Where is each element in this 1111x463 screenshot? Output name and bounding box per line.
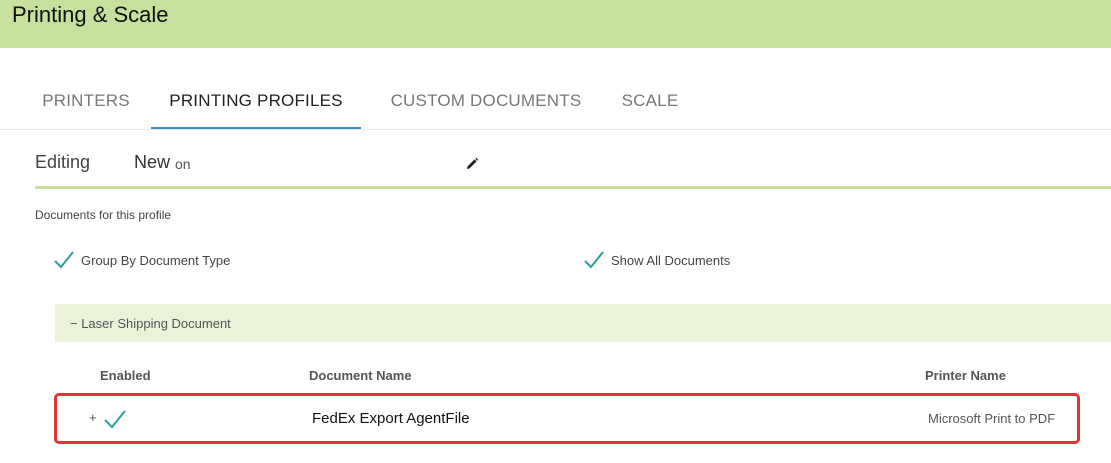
column-header-document-name: Document Name: [309, 368, 412, 383]
printer-name-cell[interactable]: Microsoft Print to PDF: [928, 411, 1055, 426]
editing-label: Editing: [35, 152, 91, 172]
tab-printers[interactable]: PRINTERS: [40, 76, 132, 127]
group-label: − Laser Shipping Document: [70, 316, 231, 331]
check-icon[interactable]: [103, 407, 127, 431]
check-icon: [54, 251, 74, 269]
table-row[interactable]: + FedEx Export AgentFile Microsoft Print…: [54, 393, 1080, 444]
app-header: Printing & Scale: [0, 0, 1111, 48]
tab-bar: PRINTERS PRINTING PROFILES CUSTOM DOCUME…: [0, 76, 1111, 130]
column-header-enabled: Enabled: [100, 368, 151, 383]
show-all-documents-toggle[interactable]: Show All Documents: [583, 249, 753, 273]
documents-section-label: Documents for this profile: [35, 208, 172, 222]
page-title: Printing & Scale: [12, 2, 169, 27]
check-icon: [584, 251, 604, 269]
document-name-cell: FedEx Export AgentFile: [312, 410, 470, 427]
tab-printing-profiles[interactable]: PRINTING PROFILES: [151, 76, 361, 129]
document-group-header[interactable]: − Laser Shipping Document: [55, 304, 1111, 342]
expand-row-button[interactable]: +: [89, 410, 97, 425]
profile-name[interactable]: New: [134, 152, 170, 173]
group-by-document-type-toggle[interactable]: Group By Document Type: [53, 249, 253, 273]
tab-custom-documents[interactable]: CUSTOM DOCUMENTS: [386, 76, 586, 127]
profile-edit-row: Editing New on: [35, 140, 1111, 189]
tab-scale[interactable]: SCALE: [620, 76, 680, 127]
profile-name-suffix: on: [175, 156, 191, 172]
column-header-printer-name: Printer Name: [925, 368, 1006, 383]
show-all-documents-label: Show All Documents: [611, 253, 731, 268]
group-by-document-type-label: Group By Document Type: [81, 253, 231, 268]
pencil-icon[interactable]: [465, 157, 479, 171]
